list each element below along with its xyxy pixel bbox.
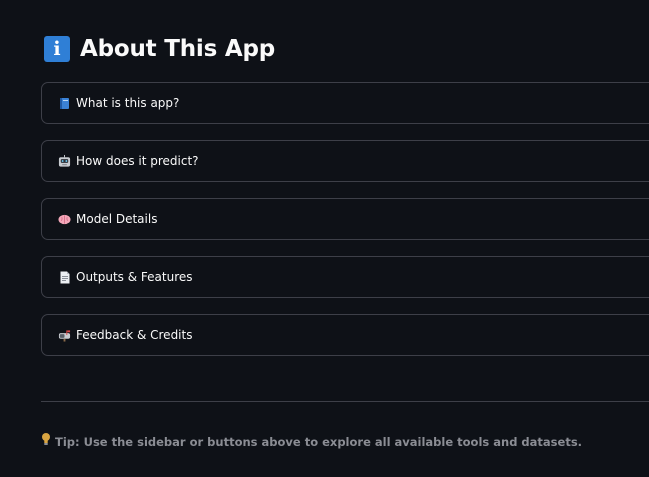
expander-label: Model Details [76, 212, 158, 226]
expander-feedback-credits[interactable]: Feedback & Credits [41, 314, 649, 356]
footer-tip: Tip: Use the sidebar or buttons above to… [41, 432, 582, 451]
page-title: i About This App [44, 36, 275, 62]
expander-outputs-features[interactable]: Outputs & Features [41, 256, 649, 298]
tip-text: Tip: Use the sidebar or buttons above to… [55, 434, 583, 449]
mailbox-icon [58, 329, 71, 342]
robot-face-icon [58, 154, 71, 168]
document-icon [58, 271, 71, 284]
blue-book-icon [58, 97, 71, 110]
expander-label: What is this app? [76, 96, 180, 110]
expander-what-is-this-app[interactable]: What is this app? [41, 82, 649, 124]
expander-how-does-it-predict[interactable]: How does it predict? [41, 140, 649, 182]
section-divider [41, 401, 649, 402]
page-title-text: About This App [80, 36, 276, 62]
expander-label: Feedback & Credits [76, 328, 193, 342]
expander-model-details[interactable]: Model Details [41, 198, 649, 240]
light-bulb-icon [41, 432, 51, 451]
information-icon: i [44, 36, 70, 62]
brain-icon [58, 213, 71, 226]
expander-label: How does it predict? [76, 154, 199, 168]
expander-label: Outputs & Features [76, 270, 193, 284]
